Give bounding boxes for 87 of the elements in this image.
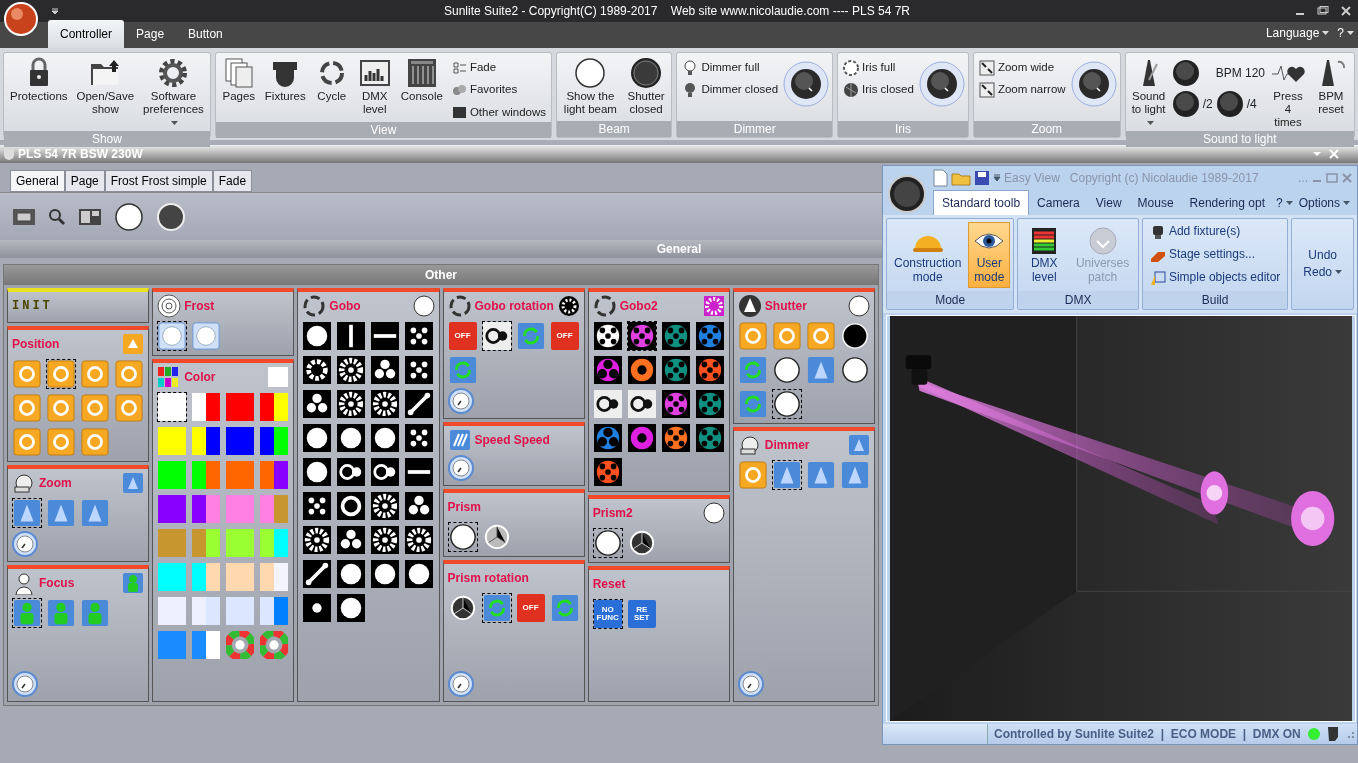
- ribbon-tab[interactable]: Mouse: [1129, 191, 1182, 215]
- ribbon-small-button[interactable]: Fade: [448, 58, 548, 78]
- ribbon-button[interactable]: Fixtures: [261, 55, 309, 105]
- group-title: Iris: [838, 121, 968, 137]
- ribbon-button[interactable]: BPM reset: [1311, 55, 1351, 118]
- ribbon-small-button[interactable]: Dimmer closed: [680, 80, 781, 100]
- ribbon-button[interactable]: Software preferences: [140, 55, 207, 131]
- group-title: Beam: [557, 121, 672, 137]
- panel-title: Reset: [592, 576, 627, 593]
- panel-title: Gobo2: [619, 298, 659, 315]
- ribbon-button[interactable]: Show the light beam: [560, 55, 621, 118]
- ribbon-small-button[interactable]: Other windows: [448, 102, 548, 122]
- ribbon-tab[interactable]: Rendering opt: [1181, 191, 1273, 215]
- group-title: Other: [425, 267, 457, 284]
- preset-button[interactable]: OFF: [447, 321, 478, 351]
- group-title: Dimmer: [677, 121, 833, 137]
- tab[interactable]: Frost Frost simple: [104, 170, 213, 192]
- panel-title: Prism rotation: [447, 570, 530, 587]
- ribbon-small-button[interactable]: Iris full: [841, 58, 916, 78]
- divider-label: /2: [1202, 96, 1213, 113]
- group-title: DMX: [1018, 291, 1138, 309]
- group-title: Build: [1142, 291, 1288, 309]
- window-title: PLS 54 7R BSW 230W: [18, 146, 144, 163]
- panel-title: INIT: [12, 298, 54, 315]
- window-title: Sunlite Suite2 - Copyright(C) 1989-2017 Web site www.nicolaudie.com ---- PLS 54 7R: [443, 3, 911, 20]
- ribbon-button[interactable]: Sound to light: [1128, 55, 1169, 131]
- tab[interactable]: Page: [64, 170, 105, 192]
- panel-title: Shutter: [764, 298, 808, 315]
- tab[interactable]: Fade: [212, 170, 253, 192]
- panel-title: Position: [12, 336, 61, 353]
- panel-title: Gobo rotation: [474, 298, 555, 315]
- panel-title: Frost: [184, 298, 216, 315]
- tab[interactable]: General: [10, 170, 65, 192]
- status-text: Controlled by Sunlite Suite2 | ECO MODE | DMX ON: [994, 726, 1301, 743]
- bpm-reading: BPM 120: [1215, 65, 1265, 82]
- panel-title: Speed Speed: [474, 432, 551, 449]
- section-title: General: [656, 241, 702, 258]
- ribbon-tab[interactable]: Button: [176, 20, 235, 48]
- preset-button[interactable]: RE SET: [626, 599, 657, 629]
- window-title-ellipsis: ...: [1298, 170, 1308, 187]
- ribbon-button[interactable]: Shutter closed: [623, 55, 669, 118]
- ribbon-button[interactable]: DMX level: [354, 55, 395, 118]
- ribbon-small-button[interactable]: Add fixture(s): [1145, 222, 1245, 242]
- ribbon-button[interactable]: Console: [397, 55, 446, 105]
- ribbon-tab[interactable]: Controller: [48, 20, 125, 48]
- group-title: Zoom: [973, 121, 1120, 137]
- group-title: Sound to light: [1125, 130, 1354, 147]
- ribbon-small-button[interactable]: Favorites: [448, 80, 548, 100]
- ribbon-tab[interactable]: View: [1087, 191, 1130, 215]
- ribbon-small-button[interactable]: Dimmer full: [680, 58, 781, 78]
- preset-button[interactable]: OFF: [515, 593, 546, 623]
- ribbon-small-button[interactable]: Zoom narrow: [976, 80, 1068, 100]
- ribbon-button[interactable]: Press 4 times: [1268, 55, 1308, 131]
- ribbon-button[interactable]: Construction mode: [890, 223, 966, 287]
- menu-dropdown[interactable]: ?: [1333, 24, 1358, 48]
- menu-dropdown[interactable]: ?: [1272, 191, 1296, 215]
- ribbon-button[interactable]: User mode: [968, 222, 1011, 288]
- ribbon-button[interactable]: Redo: [1295, 265, 1350, 280]
- panel-title: Prism: [447, 499, 482, 516]
- ribbon-small-button[interactable]: Simple objects editor: [1145, 268, 1285, 288]
- panel-title: Dimmer: [764, 437, 811, 454]
- group-title: Show: [4, 130, 210, 147]
- ribbon-tab[interactable]: Standard toolb: [933, 190, 1030, 215]
- divider-label: /4: [1246, 96, 1257, 113]
- ribbon-button[interactable]: DMX level: [1021, 223, 1068, 287]
- preset-button[interactable]: NO FUNC: [592, 599, 623, 629]
- panel-title: Focus: [39, 575, 76, 592]
- ribbon-tab[interactable]: Page: [124, 20, 177, 48]
- ribbon-small-button[interactable]: Iris closed: [841, 80, 916, 100]
- panel-title: Prism2: [592, 505, 634, 522]
- ribbon-tab[interactable]: Camera: [1029, 191, 1088, 215]
- ribbon-small-button[interactable]: Stage settings...: [1145, 245, 1259, 265]
- preset-button[interactable]: OFF: [549, 321, 580, 351]
- ribbon-button[interactable]: Open/Save show: [73, 55, 138, 118]
- ribbon-button[interactable]: Cycle: [311, 55, 352, 105]
- ribbon-button[interactable]: Pages: [218, 55, 259, 105]
- window-title: Easy View Copyright (c) Nicolaudie 1989-2017: [1004, 170, 1260, 187]
- group-title: View: [215, 121, 551, 138]
- ribbon-button[interactable]: Undo: [1300, 248, 1345, 263]
- ribbon-small-button[interactable]: Zoom wide: [976, 58, 1068, 78]
- ribbon-button[interactable]: Protections: [7, 55, 71, 105]
- panel-title: Color: [184, 369, 217, 386]
- panel-title: Zoom: [39, 475, 73, 492]
- menu-dropdown[interactable]: Language: [1261, 24, 1334, 48]
- panel-title: Gobo: [329, 298, 362, 315]
- menu-dropdown[interactable]: Options: [1295, 191, 1353, 215]
- group-title: Mode: [887, 291, 1014, 309]
